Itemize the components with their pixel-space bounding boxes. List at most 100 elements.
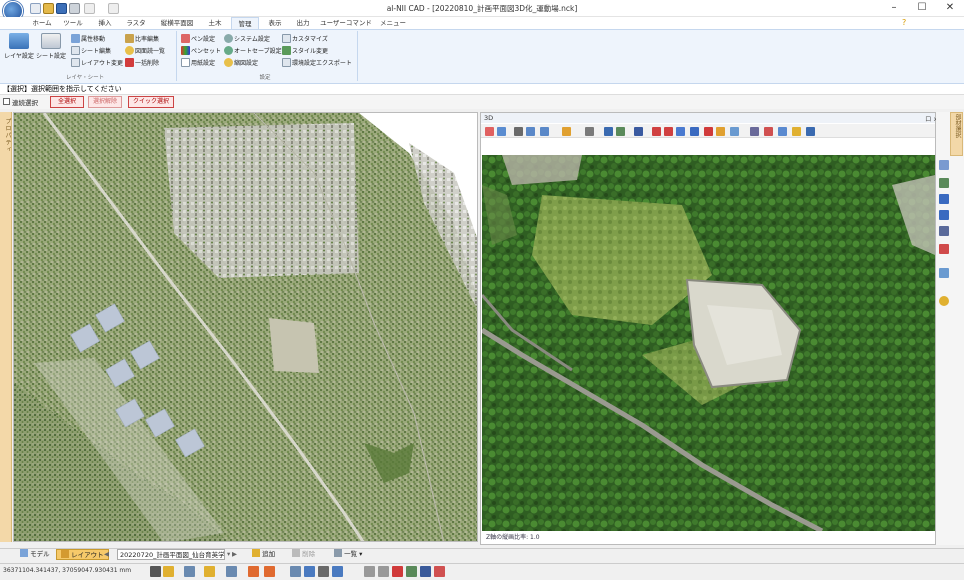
zoom-window-icon[interactable] [540,127,549,136]
sheet-prev-button[interactable]: ◀ [104,549,109,560]
globe-icon[interactable] [604,127,613,136]
system-settings-button[interactable]: システム設定 [224,34,270,45]
maximize-button[interactable]: ☐ [908,0,936,17]
cancel-icon[interactable] [392,566,403,577]
polar-icon[interactable] [248,566,259,577]
delete-sheet-icon [292,549,300,557]
model-tab[interactable]: モデル [20,549,50,560]
continuous-select-checkbox[interactable] [3,98,10,105]
scale-3d-icon[interactable] [764,127,773,136]
zoom-fit-icon[interactable] [514,127,523,136]
color-icon[interactable] [704,127,713,136]
help-tip-icon[interactable] [939,296,949,306]
minimize-button[interactable]: – [880,0,908,17]
osnap-icon[interactable] [184,566,195,577]
layout-tab[interactable]: レイアウト [56,549,109,560]
side-tool-icon[interactable] [939,194,949,204]
tab-civil[interactable]: 土木 [202,17,228,29]
ortho-icon[interactable] [226,566,237,577]
layout-change-button[interactable]: レイアウト変更 [71,58,123,69]
tab-view[interactable]: 表示 [262,17,288,29]
cube-view-icon[interactable] [562,127,571,136]
export-3d-icon[interactable] [750,127,759,136]
layer-filter-icon[interactable] [290,566,301,577]
attr-move-button[interactable]: 属性移動 [71,34,105,45]
env-export-button[interactable]: 環境設定エクスポート [282,58,352,69]
tab-manage[interactable]: 管理 [231,17,259,29]
track-icon[interactable] [264,566,275,577]
sheet-select[interactable]: 20220720_計画平面図_仙台育英学 [117,549,225,560]
side-tool-icon[interactable] [939,178,949,188]
sheet-edit-button[interactable]: シート編集 [71,46,111,57]
zoom-status-icon[interactable] [318,566,329,577]
tab-plan[interactable]: 縦横平面図 [154,17,200,29]
ratio-edit-button[interactable]: 比率編集 [125,34,159,45]
bulb-icon[interactable] [204,566,215,577]
section-icon[interactable] [634,127,643,136]
light-icon[interactable] [792,127,801,136]
delete-sheet-button[interactable]: 削除 [292,549,315,560]
scale-settings-button[interactable]: 縮図設定 [224,58,258,69]
snap-icon[interactable] [150,566,161,577]
paper-settings-button[interactable]: 用紙設定 [181,58,215,69]
point-cloud-icon[interactable] [690,127,699,136]
tab-menu[interactable]: メニュー [376,17,410,29]
sheet-list-button[interactable]: 一覧 ▾ [334,549,362,560]
help-icon[interactable]: ? [902,18,906,27]
customize-button[interactable]: カスタマイズ [282,34,328,45]
zoom-icon[interactable] [526,127,535,136]
select-all-button[interactable]: 全選択 [50,96,84,108]
deselect-button[interactable]: 選択解除 [88,96,122,108]
drawing-list-button[interactable]: 図面読一覧 [125,46,165,57]
sheet-next-button[interactable]: ▶ [232,549,237,560]
pen-settings-button[interactable]: ペン設定 [181,34,215,45]
layer-view-icon[interactable] [616,127,625,136]
print-status-icon[interactable] [420,566,431,577]
grid-icon[interactable] [163,566,174,577]
add-sheet-button[interactable]: 追加 [252,549,275,560]
side-tool-icon[interactable] [939,244,949,254]
autosave-settings-button[interactable]: オートセーブ設定 [224,46,282,57]
copy-icon[interactable] [406,566,417,577]
settings-3d-icon[interactable] [806,127,815,136]
window-title: al-NII CAD - [20220810_計画平面図3D化_運動場.nck] [386,4,578,13]
camera-icon[interactable] [497,127,506,136]
sheet-settings-button[interactable]: シート設定 [36,32,66,72]
side-tool-icon[interactable] [939,160,949,170]
tab-output[interactable]: 出力 [290,17,316,29]
draw-poly-icon[interactable] [664,127,673,136]
style-change-button[interactable]: スタイル変更 [282,46,328,57]
check-icon[interactable] [364,566,375,577]
tab-tools[interactable]: ツール [58,17,88,29]
style-change-label: スタイル変更 [292,48,329,55]
render-icon[interactable] [485,127,494,136]
pen-set-button[interactable]: ペンセット [181,46,221,57]
quick-select-button[interactable]: クイック選択 [128,96,174,108]
side-tool-icon[interactable] [939,268,949,278]
brush-icon[interactable] [730,127,739,136]
filter-icon[interactable] [716,127,725,136]
property-panel-tab[interactable] [0,112,12,542]
plan-view-canvas[interactable] [13,112,478,542]
rotate-icon[interactable] [585,127,594,136]
pan-status-icon[interactable] [332,566,343,577]
tab-raster[interactable]: ラスタ [122,17,150,29]
redline-icon[interactable] [378,566,389,577]
tab-home[interactable]: ホーム [28,17,56,29]
3d-point-cloud-canvas[interactable] [482,155,935,531]
slice-icon[interactable] [778,127,787,136]
layer-settings-button[interactable]: レイヤ設定 [4,32,34,72]
tab-insert[interactable]: 挿入 [92,17,118,29]
pen-icon [181,34,190,43]
dimension-icon[interactable] [304,566,315,577]
sheet-dropdown-icon[interactable]: ▾ [227,549,230,560]
side-tool-icon[interactable] [939,226,949,236]
tab-user-command[interactable]: ユーザーコマンド [320,17,372,29]
side-tool-icon[interactable] [939,210,949,220]
measure-icon[interactable] [676,127,685,136]
bulk-delete-button[interactable]: 一括削除 [125,58,159,69]
sheet-edit-label: シート編集 [81,48,112,55]
close-button[interactable]: ✕ [936,0,964,17]
close-drawing-icon[interactable] [434,566,445,577]
draw-line-icon[interactable] [652,127,661,136]
